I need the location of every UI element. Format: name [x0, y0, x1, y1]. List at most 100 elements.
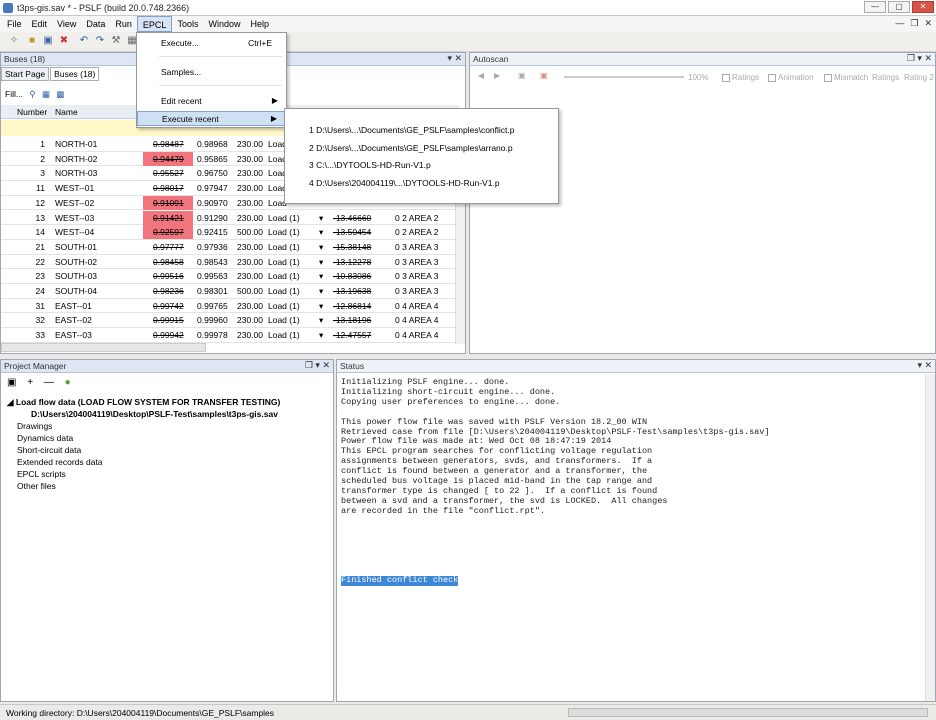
- mdi-controls: — ❐ ✕: [895, 18, 932, 29]
- voltage-scheduled: 0.99742: [153, 300, 184, 311]
- type-dropdown-icon[interactable]: ▾: [319, 315, 323, 326]
- voltage-actual: 0.99978: [197, 330, 228, 341]
- minimize-button[interactable]: —: [864, 1, 886, 13]
- recent-item-3[interactable]: 3 C:\...\DYTOOLS-HD-Run-V1.p: [285, 158, 558, 173]
- autoscan-controls-icon[interactable]: ❐ ▾ ✕: [907, 53, 932, 64]
- table-row[interactable]: 32 EAST--02 0.99915 0.99960 230.00 Load (1) ▾ -…: [1, 313, 459, 329]
- table-row[interactable]: 24 SOUTH-04 0.98236 0.98301 500.00 Load (1) ▾ -…: [1, 284, 459, 299]
- status-scrollbar[interactable]: [925, 374, 935, 701]
- export-icon[interactable]: ▣: [518, 71, 526, 80]
- bus-name: SOUTH-03: [55, 271, 98, 282]
- bus-name: WEST--01: [55, 183, 95, 194]
- maximize-button[interactable]: ▢: [888, 1, 910, 13]
- tab-start-page[interactable]: Start Page: [1, 67, 50, 81]
- open-icon[interactable]: ■: [26, 35, 38, 47]
- table-row[interactable]: 21 SOUTH-01 0.97777 0.97936 230.00 Load (1) ▾ -…: [1, 240, 459, 255]
- table-row[interactable]: 31 EAST--01 0.99742 0.99765 230.00 Load (1) ▾ -…: [1, 299, 459, 314]
- chart-icon[interactable]: ▩: [56, 89, 64, 99]
- menu-edit[interactable]: Edit: [27, 16, 53, 32]
- menu-file[interactable]: File: [2, 16, 27, 32]
- mdi-close-icon[interactable]: ✕: [924, 18, 932, 29]
- col-name-header[interactable]: Name: [55, 107, 78, 117]
- fill-button[interactable]: Fill...: [5, 89, 23, 99]
- pm-controls-icon[interactable]: ❐ ▾ ✕: [305, 360, 330, 371]
- panel-close-icon[interactable]: ▾ ✕: [447, 53, 462, 64]
- bus-number: 33: [35, 330, 45, 341]
- rating2-dropdown[interactable]: Rating 2: [904, 73, 934, 82]
- mdi-restore-icon[interactable]: ❐: [910, 18, 918, 29]
- status-controls-icon[interactable]: ▾ ✕: [917, 360, 932, 371]
- pm-root[interactable]: ◢ Load flow data (LOAD FLOW SYSTEM FOR T…: [7, 397, 280, 408]
- tools-icon[interactable]: ⚒: [110, 35, 122, 47]
- bus-number: 22: [35, 256, 45, 267]
- mdi-minimize-icon[interactable]: —: [895, 18, 904, 29]
- table-row[interactable]: 22 SOUTH-02 0.98458 0.98543 230.00 Load (1) ▾ -…: [1, 255, 459, 270]
- collapse-icon[interactable]: ◢: [7, 397, 14, 407]
- save-icon[interactable]: ▣: [42, 35, 54, 47]
- type-dropdown-icon[interactable]: ▾: [319, 330, 323, 341]
- remove-icon[interactable]: —: [44, 377, 54, 388]
- pm-item-dynamics[interactable]: Dynamics data: [17, 433, 73, 443]
- menu-item-samples[interactable]: Samples...: [137, 65, 286, 80]
- menu-run[interactable]: Run: [110, 16, 137, 32]
- menu-tools[interactable]: Tools: [172, 16, 203, 32]
- table-row[interactable]: 33 EAST--03 0.99942 0.99978 230.00 Load (1) ▾ -…: [1, 328, 459, 343]
- type-dropdown-icon[interactable]: ▾: [319, 301, 323, 312]
- add-icon[interactable]: +: [27, 377, 33, 388]
- recent-item-1[interactable]: 1 D:\Users\...\Documents\GE_PSLF\samples…: [285, 123, 558, 138]
- new-icon[interactable]: ✧: [8, 35, 20, 47]
- close-button[interactable]: ✕: [912, 1, 934, 13]
- voltage-actual: 0.92415: [197, 227, 228, 238]
- status-console[interactable]: Initializing PSLF engine... done. Initia…: [341, 377, 769, 517]
- bus-number: 1: [40, 139, 45, 149]
- search-icon[interactable]: ⚲: [29, 89, 35, 99]
- base-kv: 500.00: [237, 227, 263, 238]
- tab-buses[interactable]: Buses (18): [50, 67, 100, 81]
- redo-icon[interactable]: ↷: [94, 35, 106, 47]
- zoom-slider[interactable]: [564, 76, 684, 78]
- col-number-header[interactable]: Number: [17, 107, 47, 117]
- delete-icon[interactable]: ✖: [58, 35, 70, 47]
- menu-item-execute[interactable]: Execute... Ctrl+E: [137, 36, 286, 51]
- table-icon[interactable]: ▦: [42, 89, 50, 99]
- menu-epcl[interactable]: EPCL: [136, 16, 173, 32]
- type-dropdown-icon[interactable]: ▾: [319, 227, 323, 238]
- pm-item-epcl-scripts[interactable]: EPCL scripts: [17, 469, 66, 479]
- menu-help[interactable]: Help: [245, 16, 274, 32]
- table-row[interactable]: 14 WEST--04 0.92597 0.92415 500.00 Load (1) ▾ -…: [1, 225, 459, 240]
- menu-window[interactable]: Window: [203, 16, 245, 32]
- prev-icon[interactable]: ◀: [478, 71, 484, 80]
- menu-data[interactable]: Data: [81, 16, 110, 32]
- refresh-icon[interactable]: ●: [65, 377, 71, 388]
- ratings-checkbox[interactable]: Ratings: [722, 73, 759, 82]
- execute-shortcut: Ctrl+E: [248, 38, 272, 48]
- type-dropdown-icon[interactable]: ▾: [319, 271, 323, 282]
- table-row[interactable]: 23 SOUTH-03 0.99516 0.99563 230.00 Load (1) ▾ -…: [1, 269, 459, 284]
- animation-checkbox[interactable]: Animation: [768, 73, 814, 82]
- save-project-icon[interactable]: ▣: [7, 377, 16, 388]
- working-directory: Working directory: D:\Users\204004119\Do…: [6, 708, 275, 718]
- pm-item-other-files[interactable]: Other files: [17, 481, 56, 491]
- type-dropdown-icon[interactable]: ▾: [319, 213, 323, 224]
- pm-item-drawings[interactable]: Drawings: [17, 421, 52, 431]
- bus-area: 0 2 AREA 2: [395, 227, 439, 238]
- next-icon[interactable]: ▶: [494, 71, 500, 80]
- menu-item-execute-recent[interactable]: Execute recent ▶: [137, 111, 286, 126]
- type-dropdown-icon[interactable]: ▾: [319, 257, 323, 268]
- bus-type: Load (1): [268, 315, 300, 326]
- type-dropdown-icon[interactable]: ▾: [319, 286, 323, 297]
- horizontal-scrollbar[interactable]: [1, 343, 206, 352]
- pm-item-extended[interactable]: Extended records data: [17, 457, 103, 467]
- type-dropdown-icon[interactable]: ▾: [319, 242, 323, 253]
- menu-item-edit-recent[interactable]: Edit recent ▶: [137, 94, 286, 109]
- table-row[interactable]: 13 WEST--03 0.91421 0.91290 230.00 Load (1) ▾ -…: [1, 210, 459, 226]
- recent-item-4[interactable]: 4 D:\Users\204004119\...\DYTOOLS-HD-Run-…: [285, 176, 558, 191]
- undo-icon[interactable]: ↶: [78, 35, 90, 47]
- stop-icon[interactable]: ▣: [540, 71, 548, 80]
- recent-item-2[interactable]: 2 D:\Users\...\Documents\GE_PSLF\samples…: [285, 141, 558, 156]
- pm-file-path[interactable]: D:\Users\204004119\Desktop\PSLF-Test\sam…: [31, 409, 278, 419]
- finished-message[interactable]: Finished conflict check: [341, 575, 459, 586]
- pm-item-short-circuit[interactable]: Short-circuit data: [17, 445, 81, 455]
- menu-view[interactable]: View: [52, 16, 81, 32]
- mismatch-checkbox[interactable]: Mismatch: [824, 73, 868, 82]
